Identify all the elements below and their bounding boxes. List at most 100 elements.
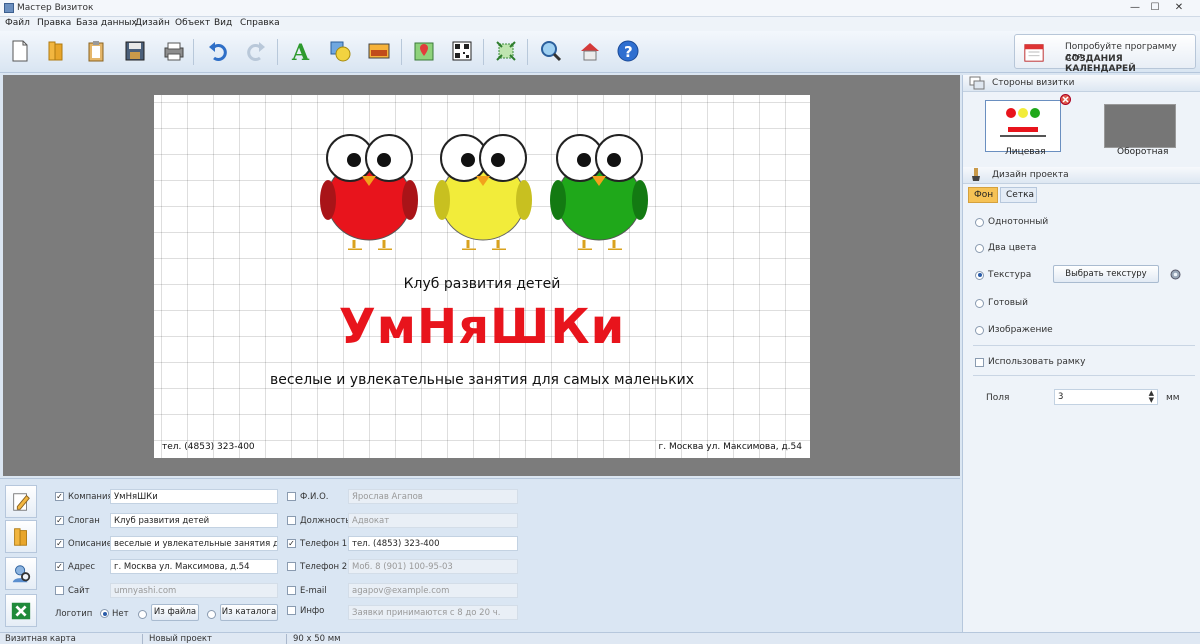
option-two-colors-radio[interactable] (975, 243, 984, 253)
site-input[interactable]: umnyashi.com (110, 583, 278, 598)
card-phone-text[interactable]: тел. (4853) 323-400 (162, 442, 255, 452)
excel-import-button[interactable] (5, 594, 37, 627)
address-checkbox[interactable]: ✓ (55, 562, 64, 571)
minimize-button[interactable]: — (1126, 2, 1144, 14)
edit-fields-button[interactable] (5, 485, 37, 518)
yellow-owl (434, 134, 532, 250)
menu-design[interactable]: Дизайн (135, 18, 170, 28)
front-side-thumbnail[interactable] (985, 100, 1061, 152)
add-map-button[interactable] (410, 37, 438, 65)
edit-icon (13, 492, 30, 511)
option-ready[interactable]: Готовый (975, 298, 1028, 308)
description-checkbox[interactable]: ✓ (55, 539, 64, 548)
company-checkbox[interactable]: ✓ (55, 492, 64, 501)
logo-none-option[interactable]: Нет (100, 606, 129, 621)
position-checkbox[interactable] (287, 516, 296, 525)
map-icon (414, 42, 434, 61)
add-shape-button[interactable] (326, 37, 354, 65)
option-solid-radio[interactable] (975, 217, 984, 227)
choose-texture-button[interactable]: Выбрать текстуру (1053, 265, 1159, 283)
menu-file[interactable]: Файл (5, 18, 30, 28)
logo-catalog-radio[interactable] (207, 610, 216, 619)
green-owl (550, 134, 648, 250)
card-club-text[interactable]: Клуб развития детей (154, 276, 810, 292)
info-checkbox[interactable] (287, 606, 296, 615)
fit-button[interactable] (492, 37, 520, 65)
fio-input[interactable]: Ярослав Агапов (348, 489, 518, 504)
remove-side-icon[interactable] (1060, 94, 1071, 105)
email-input[interactable]: agapov@example.com (348, 583, 518, 598)
paste-button[interactable] (82, 37, 110, 65)
description-input[interactable]: веселые и увлекательные занятия для самы… (110, 536, 278, 551)
promo-calendar-button[interactable]: Попробуйте программу для СОЗДАНИЯ КАЛЕНД… (1014, 34, 1196, 74)
close-button[interactable]: ✕ (1170, 2, 1188, 14)
card-sides-title: Стороны визитки (992, 78, 1075, 88)
design-canvas[interactable]: Клуб развития детей УмНяШКи веселые и ув… (3, 75, 960, 476)
owls-image[interactable] (314, 130, 654, 250)
contacts-button[interactable] (5, 557, 37, 590)
option-image-radio[interactable] (975, 325, 984, 335)
save-button[interactable] (121, 37, 149, 65)
new-file-button[interactable] (6, 37, 34, 65)
site-checkbox[interactable] (55, 586, 64, 595)
tab-grid[interactable]: Сетка (1000, 187, 1037, 203)
add-qr-button[interactable] (448, 37, 476, 65)
menu-object[interactable]: Объект (175, 18, 210, 28)
phone2-input[interactable]: Моб. 8 (901) 100-95-03 (348, 559, 518, 574)
fio-label: Ф.И.О. (300, 491, 329, 502)
maximize-button[interactable]: ☐ (1146, 2, 1164, 14)
fio-checkbox[interactable] (287, 492, 296, 501)
slogan-checkbox[interactable]: ✓ (55, 516, 64, 525)
new-file-icon (12, 40, 28, 62)
menu-help[interactable]: Справка (240, 18, 280, 28)
menu-view[interactable]: Вид (214, 18, 232, 28)
option-solid[interactable]: Однотонный (975, 217, 1048, 227)
business-card[interactable]: Клуб развития детей УмНяШКи веселые и ув… (154, 95, 810, 458)
address-input[interactable]: г. Москва ул. Максимова, д.54 (110, 559, 278, 574)
settings-gear-icon[interactable] (1169, 268, 1182, 281)
info-input[interactable]: Заявки принимаются с 8 до 20 ч. (348, 605, 518, 620)
option-ready-radio[interactable] (975, 298, 984, 308)
phone2-label: Телефон 2 (300, 561, 348, 572)
card-brand-text[interactable]: УмНяШКи (154, 299, 810, 355)
card-slogan-text[interactable]: веселые и увлекательные занятия для самы… (154, 372, 810, 388)
redo-button[interactable] (242, 37, 270, 65)
zoom-button[interactable] (537, 37, 565, 65)
front-preview-image (1000, 108, 1046, 137)
use-frame-row[interactable]: Использовать рамку (975, 357, 1085, 367)
open-button[interactable] (42, 37, 70, 65)
card-address-text[interactable]: г. Москва ул. Максимова, д.54 (659, 442, 802, 452)
use-frame-checkbox[interactable] (975, 357, 984, 367)
tab-background[interactable]: Фон (968, 187, 998, 203)
email-checkbox[interactable] (287, 586, 296, 595)
option-texture-radio[interactable] (975, 270, 984, 280)
templates-button[interactable] (5, 520, 37, 553)
phone2-checkbox[interactable] (287, 562, 296, 571)
email-label: E-mail (300, 585, 327, 596)
phone1-input[interactable]: тел. (4853) 323-400 (348, 536, 518, 551)
add-text-button[interactable]: A (287, 37, 315, 65)
option-texture[interactable]: Текстура (975, 270, 1031, 280)
logo-none-radio[interactable] (100, 609, 109, 618)
option-two-colors[interactable]: Два цвета (975, 243, 1036, 253)
company-input[interactable]: УмНяШКи (110, 489, 278, 504)
undo-button[interactable] (204, 37, 232, 65)
back-side-thumbnail[interactable] (1104, 104, 1176, 148)
help-button[interactable]: ? (614, 37, 642, 65)
position-input[interactable]: Адвокат (348, 513, 518, 528)
home-button[interactable] (576, 37, 604, 65)
margin-spinbox[interactable]: 3 ▲ ▼ (1054, 389, 1158, 405)
position-row: Должность (287, 513, 350, 528)
logo-file-radio[interactable] (138, 610, 147, 619)
logo-from-file-button[interactable]: Из файла (151, 604, 199, 621)
spinner-arrows-icon[interactable]: ▲ ▼ (1149, 390, 1154, 404)
slogan-input[interactable]: Клуб развития детей (110, 513, 278, 528)
logo-from-catalog-button[interactable]: Из каталога (220, 604, 278, 621)
phone1-checkbox[interactable]: ✓ (287, 539, 296, 548)
menu-edit[interactable]: Правка (37, 18, 71, 28)
add-image-button[interactable] (365, 37, 393, 65)
logo-label: Логотип (55, 608, 93, 619)
menu-database[interactable]: База данных (76, 18, 137, 28)
print-button[interactable] (160, 37, 188, 65)
option-image[interactable]: Изображение (975, 325, 1053, 335)
